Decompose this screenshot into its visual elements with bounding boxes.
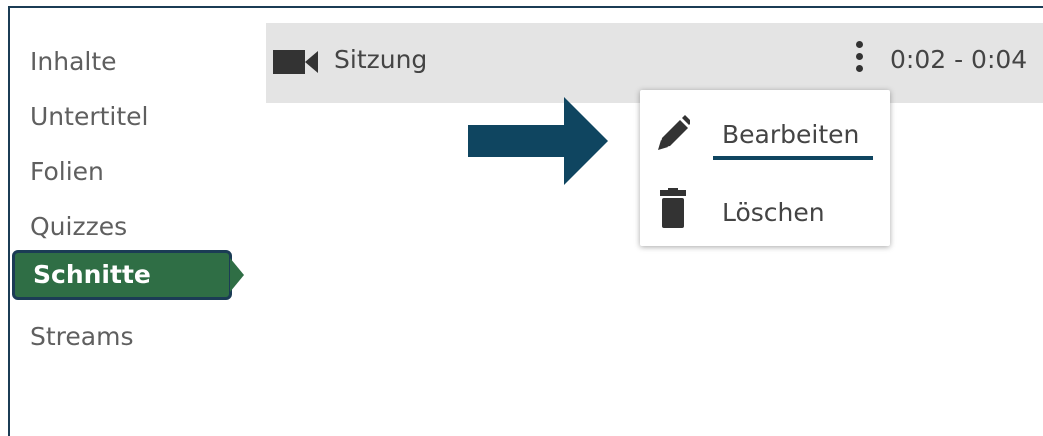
cut-title: Sitzung: [334, 45, 428, 74]
trash-icon: [660, 188, 686, 228]
sidebar-item-label: Schnitte: [33, 260, 151, 289]
pointer-arrow-annotation: [468, 97, 608, 185]
more-options-icon[interactable]: [852, 41, 866, 83]
video-camera-icon: [273, 50, 318, 74]
context-menu: Bearbeiten Löschen: [640, 90, 890, 246]
sidebar-item-streams[interactable]: Streams: [30, 324, 133, 349]
menu-item-edit[interactable]: Bearbeiten: [640, 96, 890, 166]
sidebar-item-inhalte[interactable]: Inhalte: [30, 49, 117, 74]
sidebar-item-quizzes[interactable]: Quizzes: [30, 214, 127, 239]
pencil-icon: [658, 115, 690, 150]
cut-time-range: 0:02 - 0:04: [890, 45, 1028, 74]
active-pointer: [230, 258, 244, 292]
edit-label: Bearbeiten: [722, 120, 860, 149]
menu-item-delete[interactable]: Löschen: [640, 176, 890, 246]
edit-highlight-underline: [713, 156, 873, 160]
sidebar-item-schnitte[interactable]: Schnitte: [12, 250, 232, 300]
sidebar-item-untertitel[interactable]: Untertitel: [30, 104, 148, 129]
delete-label: Löschen: [722, 198, 825, 227]
sidebar-item-folien[interactable]: Folien: [30, 159, 104, 184]
